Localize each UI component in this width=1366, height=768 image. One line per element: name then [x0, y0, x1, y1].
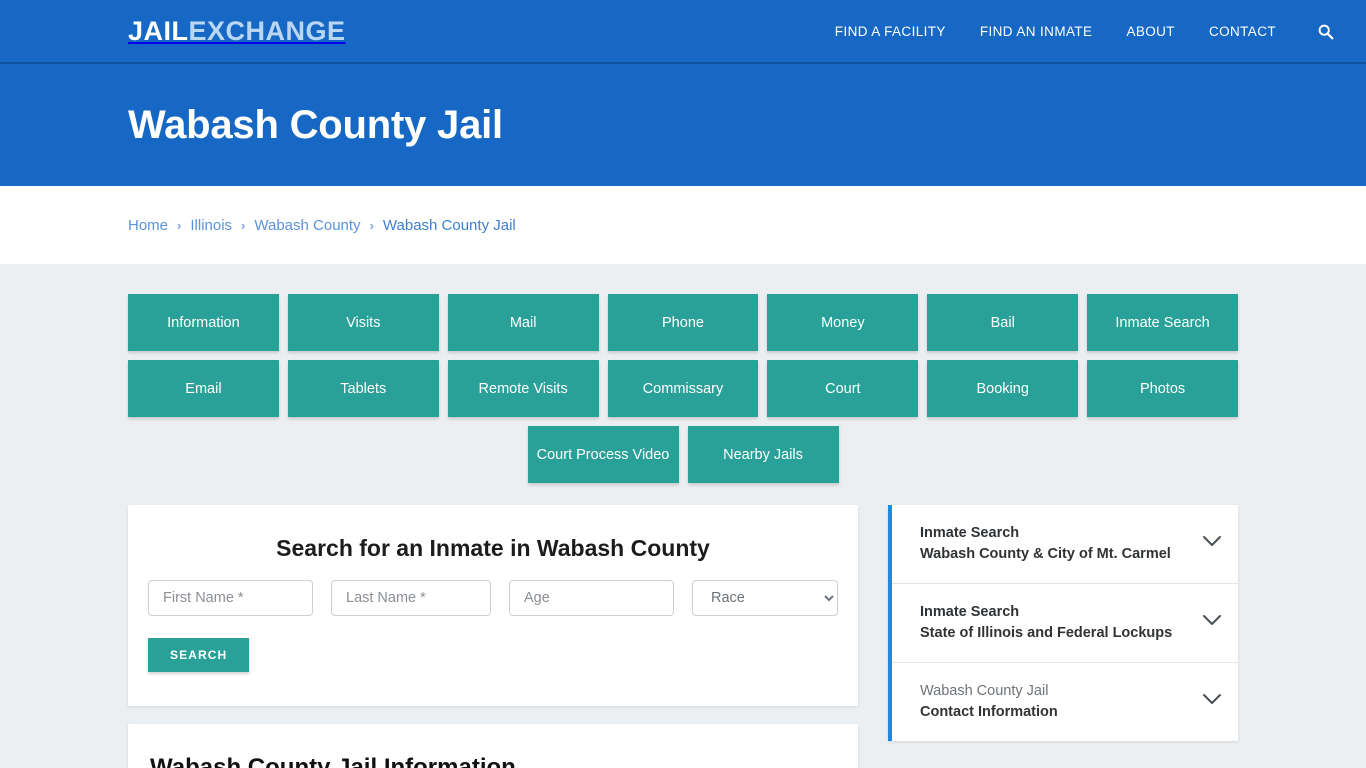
jail-information-heading: Wabash County Jail Information: [150, 754, 516, 768]
facility-link-tablets[interactable]: Tablets: [287, 360, 439, 417]
sidebar-accordion: Inmate Search Wabash County & City of Mt…: [888, 505, 1238, 742]
facility-link-inmate-search[interactable]: Inmate Search: [1087, 294, 1238, 351]
site-header: JAILEXCHANGE FIND A FACILITY FIND AN INM…: [0, 0, 1366, 64]
accordion-title-line1: Inmate Search: [920, 604, 1020, 621]
nav-about[interactable]: ABOUT: [1126, 24, 1175, 39]
inmate-search-fields: Race: [148, 580, 838, 616]
facility-link-information[interactable]: Information: [128, 294, 279, 351]
search-button[interactable]: SEARCH: [148, 638, 250, 672]
facility-link-commissary[interactable]: Commissary: [607, 360, 759, 417]
accordion-title-line1: Wabash County Jail: [920, 683, 1049, 700]
logo-text-jail: JAIL: [128, 15, 189, 46]
facility-link-bail[interactable]: Bail: [927, 294, 1079, 351]
race-select[interactable]: Race: [692, 580, 838, 616]
accordion-title-line2: Contact Information: [920, 704, 1058, 721]
facility-link-photos[interactable]: Photos: [1087, 360, 1238, 417]
inmate-search-heading: Search for an Inmate in Wabash County: [276, 535, 710, 561]
breadcrumb-item-illinois[interactable]: Illinois: [190, 217, 232, 234]
breadcrumb-item-home[interactable]: Home: [128, 217, 168, 234]
facility-link-remote-visits[interactable]: Remote Visits: [447, 360, 599, 417]
facility-link-court[interactable]: Court: [767, 360, 919, 417]
accordion-item-contact-information[interactable]: Wabash County Jail Contact Information: [892, 663, 1238, 741]
breadcrumb: Home › Illinois › Wabash County › Wabash…: [128, 217, 516, 234]
right-column: Inmate Search Wabash County & City of Mt…: [888, 505, 1238, 742]
logo-text-exchange: EXCHANGE: [188, 15, 346, 46]
accordion-title-line2: Wabash County & City of Mt. Carmel: [920, 546, 1171, 563]
chevron-down-icon[interactable]: [1202, 693, 1222, 711]
facility-link-nearby-jails[interactable]: Nearby Jails: [687, 426, 839, 483]
breadcrumb-band: Home › Illinois › Wabash County › Wabash…: [0, 186, 1366, 264]
facility-link-grid: Information Visits Mail Phone Money Bail…: [128, 294, 1238, 417]
facility-link-phone[interactable]: Phone: [607, 294, 759, 351]
nav-find-an-inmate[interactable]: FIND AN INMATE: [980, 24, 1093, 39]
facility-link-money[interactable]: Money: [767, 294, 919, 351]
page-title: Wabash County Jail: [128, 102, 503, 147]
accordion-item-inmate-search-county[interactable]: Inmate Search Wabash County & City of Mt…: [892, 505, 1238, 585]
facility-link-grid-row3: Court Process Video Nearby Jails: [128, 426, 1238, 483]
breadcrumb-item-current[interactable]: Wabash County Jail: [383, 217, 516, 234]
inmate-search-panel: Search for an Inmate in Wabash County Ra…: [128, 505, 858, 706]
facility-link-email[interactable]: Email: [128, 360, 279, 417]
facility-link-court-process-video[interactable]: Court Process Video: [527, 426, 679, 483]
page-title-band: Wabash County Jail: [0, 64, 1366, 186]
search-icon[interactable]: [1314, 20, 1336, 42]
chevron-right-icon: ›: [369, 217, 374, 233]
nav-contact[interactable]: CONTACT: [1209, 24, 1276, 39]
last-name-input[interactable]: [331, 580, 491, 616]
chevron-right-icon: ›: [177, 217, 182, 233]
left-column: Search for an Inmate in Wabash County Ra…: [128, 505, 858, 768]
site-logo[interactable]: JAILEXCHANGE: [128, 16, 346, 47]
chevron-right-icon: ›: [241, 217, 246, 233]
breadcrumb-item-wabash-county[interactable]: Wabash County: [254, 217, 360, 234]
main-navigation: FIND A FACILITY FIND AN INMATE ABOUT CON…: [835, 20, 1346, 42]
chevron-down-icon[interactable]: [1202, 535, 1222, 553]
facility-link-mail[interactable]: Mail: [447, 294, 599, 351]
jail-information-panel: Wabash County Jail Information: [128, 724, 858, 768]
accordion-title-line2: State of Illinois and Federal Lockups: [920, 625, 1173, 642]
age-input[interactable]: [509, 580, 674, 616]
nav-find-a-facility[interactable]: FIND A FACILITY: [835, 24, 946, 39]
facility-link-booking[interactable]: Booking: [927, 360, 1079, 417]
first-name-input[interactable]: [148, 580, 313, 616]
facility-link-visits[interactable]: Visits: [287, 294, 439, 351]
main-content: Information Visits Mail Phone Money Bail…: [0, 264, 1366, 768]
accordion-title-line1: Inmate Search: [920, 525, 1020, 541]
chevron-down-icon[interactable]: [1202, 614, 1222, 632]
accordion-item-inmate-search-state[interactable]: Inmate Search State of Illinois and Fede…: [892, 584, 1238, 664]
